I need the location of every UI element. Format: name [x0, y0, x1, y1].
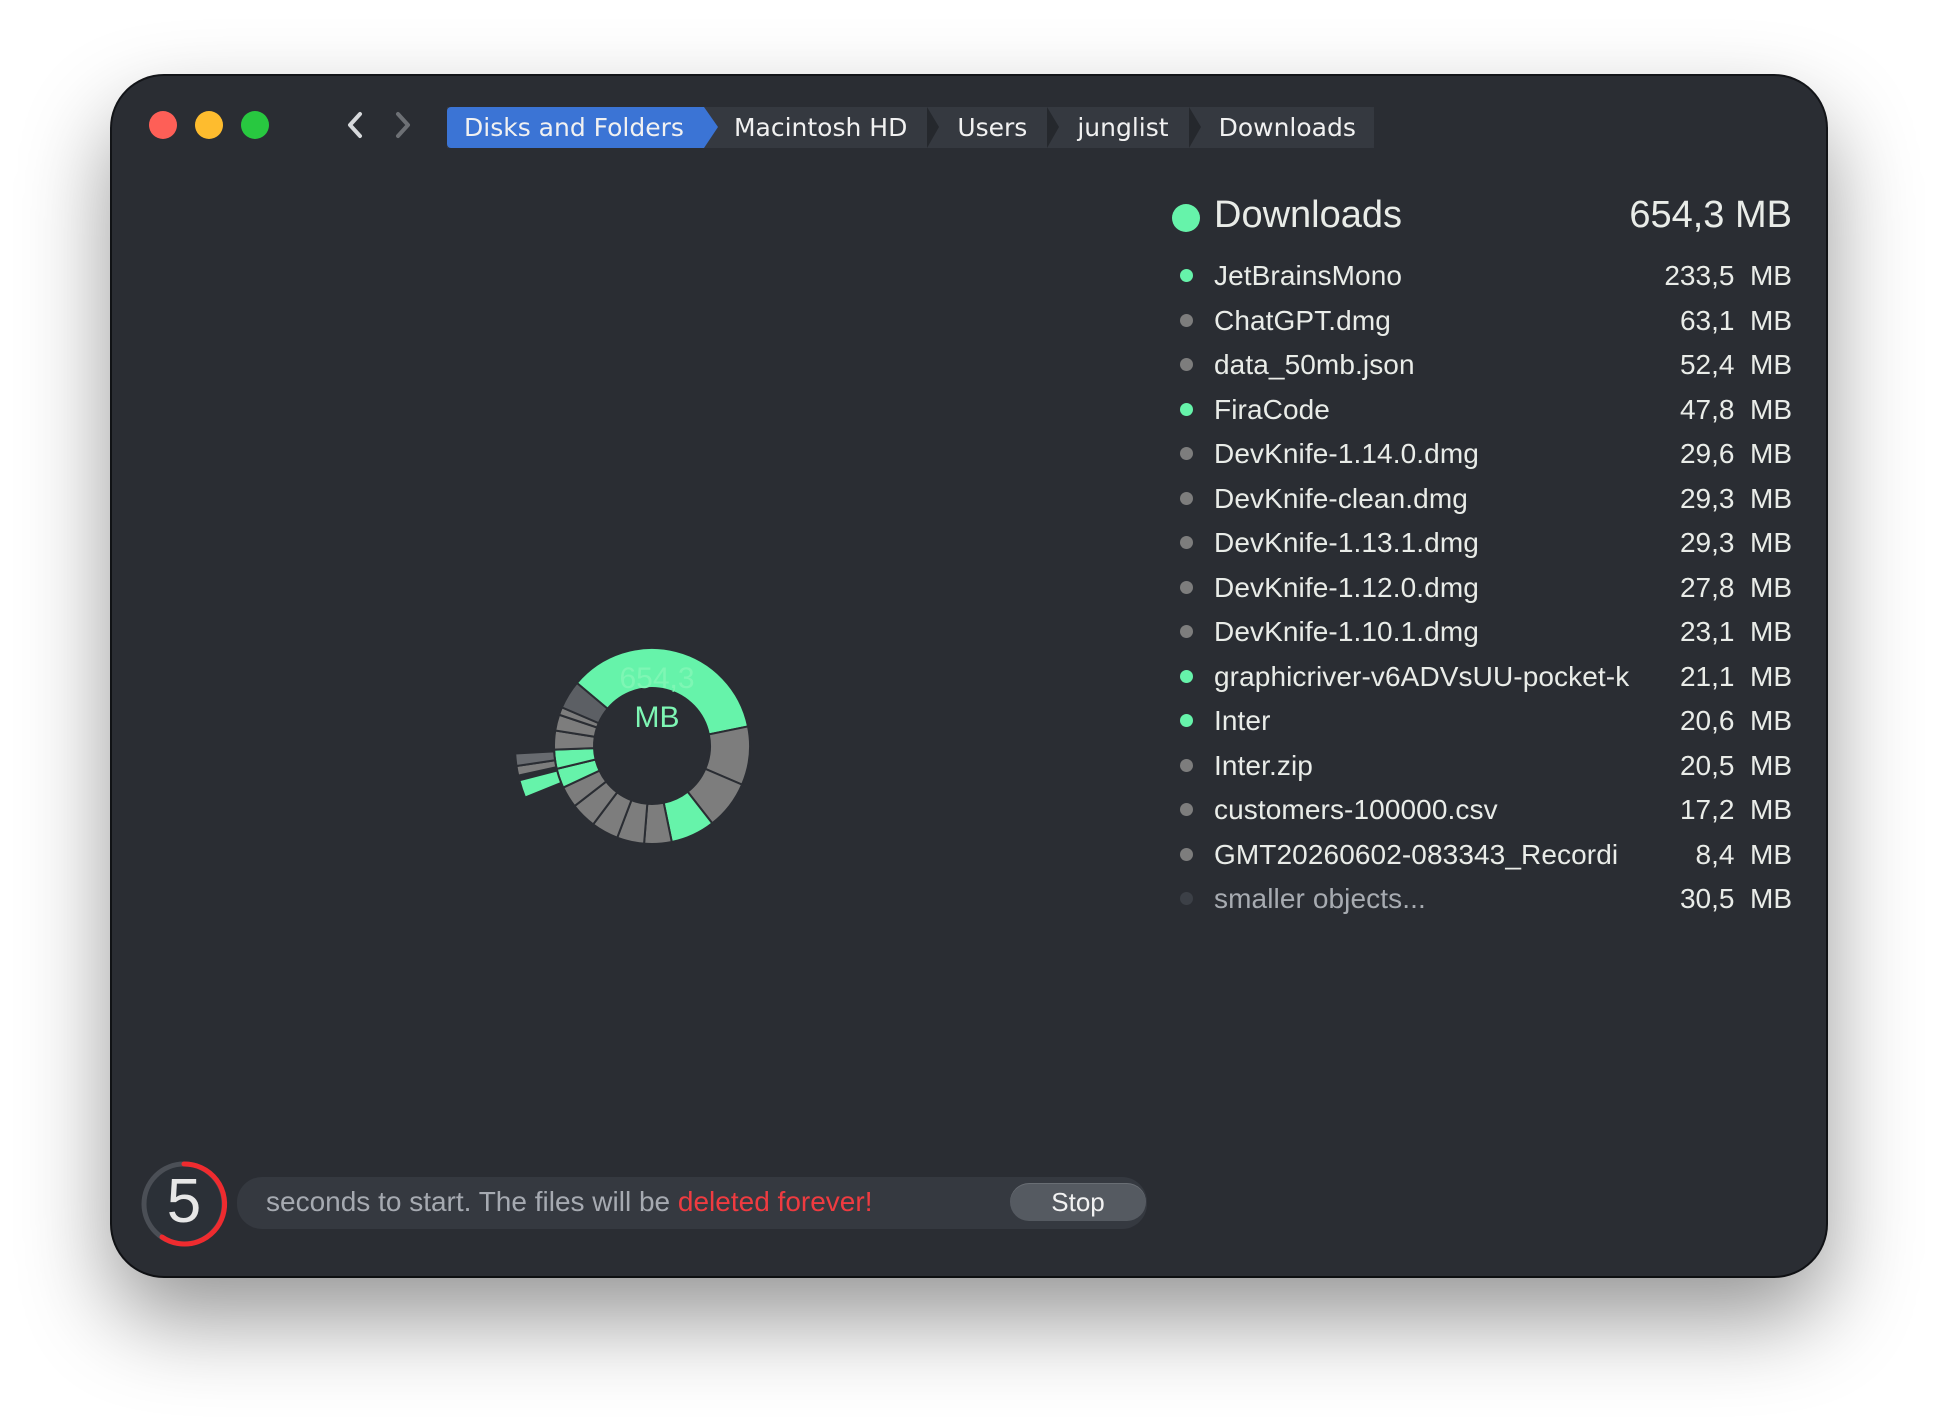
file-size: 233,5 MB — [1664, 260, 1792, 291]
selected-folder-summary[interactable]: Downloads 654,3 MB — [1172, 189, 1812, 245]
file-size: 27,8 MB — [1679, 571, 1792, 603]
file-size: 47,8 MB — [1679, 393, 1792, 425]
file-name: graphicriver-v6ADVsUU-pocket-k — [1214, 660, 1630, 692]
breadcrumb: Disks and Folders Macintosh HD Users jun… — [447, 107, 1374, 148]
file-dot-icon — [1180, 580, 1193, 594]
folder-contents-panel: Downloads 654,3 MB JetBrainsMono 233,5 M… — [1172, 189, 1812, 914]
center-size-label: 654,3 MB — [557, 659, 757, 737]
file-row[interactable]: DevKnife-1.12.0.dmg 27,8 MB — [1172, 567, 1812, 612]
file-row[interactable]: JetBrainsMono 233,5 MB — [1172, 255, 1812, 300]
file-row[interactable]: DevKnife-1.13.1.dmg 29,3 MB — [1172, 522, 1812, 567]
close-window-button[interactable] — [149, 111, 177, 139]
file-row[interactable]: data_50mb.json 52,4 MB — [1172, 344, 1812, 389]
file-name: DevKnife-1.14.0.dmg — [1214, 438, 1479, 469]
file-row[interactable]: ChatGPT.dmg 63,1 MB — [1172, 300, 1812, 345]
file-name: customers-100000.csv — [1214, 794, 1498, 825]
file-row[interactable]: graphicriver-v6ADVsUU-pocket-k 21,1 MB — [1172, 656, 1812, 701]
file-row[interactable]: Inter.zip 20,5 MB — [1172, 745, 1812, 790]
center-size-unit: MB — [634, 701, 680, 734]
file-row[interactable]: smaller objects... 30,5 MB — [1172, 878, 1812, 923]
deletion-warning: seconds to start. The files will be dele… — [266, 1186, 872, 1218]
stop-button[interactable]: Stop — [1010, 1183, 1146, 1221]
file-size: 17,2 MB — [1679, 794, 1792, 825]
file-row[interactable]: DevKnife-1.14.0.dmg 29,6 MB — [1172, 433, 1812, 478]
folder-dot-icon — [1180, 269, 1193, 282]
file-row[interactable]: Inter 20,6 MB — [1172, 700, 1812, 745]
file-name: DevKnife-1.10.1.dmg — [1214, 616, 1479, 647]
file-row[interactable]: GMT20260602-083343_Recordi 8,4 MB — [1172, 834, 1812, 879]
selected-folder-name: Downloads — [1214, 194, 1402, 236]
file-size: 30,5 MB — [1679, 883, 1792, 914]
app-window: Disks and Folders Macintosh HD Users jun… — [112, 76, 1826, 1276]
file-row[interactable]: DevKnife-clean.dmg 29,3 MB — [1172, 478, 1812, 523]
center-size-value: 654,3 — [619, 662, 695, 695]
file-size: 29,6 MB — [1679, 438, 1792, 469]
file-size: 20,6 MB — [1679, 705, 1792, 736]
file-name: smaller objects... — [1214, 883, 1426, 914]
file-list: JetBrainsMono 233,5 MB ChatGPT.dmg 63,1 … — [1172, 255, 1812, 923]
selected-folder-size: 654,3 MB — [1629, 194, 1792, 236]
file-size: 63,1 MB — [1679, 304, 1792, 336]
breadcrumb-junglist[interactable]: junglist — [1047, 107, 1201, 148]
file-name: Inter.zip — [1214, 749, 1313, 781]
file-dot-icon — [1180, 491, 1193, 505]
zoom-window-button[interactable] — [241, 111, 269, 139]
breadcrumb-downloads[interactable]: Downloads — [1188, 107, 1374, 148]
file-name: JetBrainsMono — [1214, 260, 1403, 291]
smaller-objects-dot-icon — [1180, 892, 1193, 905]
file-name: DevKnife-clean.dmg — [1214, 482, 1468, 514]
deletion-danger-text: deleted forever! — [677, 1186, 873, 1217]
file-dot-icon — [1180, 536, 1193, 549]
folder-dot-icon — [1180, 669, 1193, 683]
file-dot-icon — [1180, 447, 1193, 460]
back-icon[interactable] — [340, 106, 370, 144]
file-dot-icon — [1180, 313, 1193, 327]
file-name: Inter — [1214, 705, 1271, 736]
forward-icon[interactable] — [388, 106, 418, 144]
file-row[interactable]: FiraCode 47,8 MB — [1172, 389, 1812, 434]
file-name: DevKnife-1.12.0.dmg — [1214, 571, 1479, 603]
file-size: 23,1 MB — [1679, 616, 1792, 647]
file-row[interactable]: DevKnife-1.10.1.dmg 23,1 MB — [1172, 611, 1812, 656]
file-dot-icon — [1180, 847, 1193, 861]
file-dot-icon — [1180, 758, 1193, 772]
deletion-message: seconds to start. The files will be — [266, 1186, 678, 1217]
file-name: ChatGPT.dmg — [1214, 304, 1391, 336]
folder-dot-icon — [1180, 714, 1193, 727]
file-name: FiraCode — [1214, 393, 1330, 425]
folder-color-dot — [1172, 204, 1200, 232]
breadcrumb-disks-and-folders[interactable]: Disks and Folders — [447, 107, 718, 148]
file-dot-icon — [1180, 625, 1193, 638]
breadcrumb-macintosh-hd[interactable]: Macintosh HD — [703, 107, 940, 148]
minimize-window-button[interactable] — [195, 111, 223, 139]
file-size: 8,4 MB — [1695, 838, 1792, 870]
file-size: 21,1 MB — [1679, 660, 1792, 692]
file-size: 29,3 MB — [1679, 482, 1792, 514]
file-name: DevKnife-1.13.1.dmg — [1214, 527, 1479, 558]
file-dot-icon — [1180, 358, 1193, 371]
breadcrumb-users[interactable]: Users — [927, 107, 1060, 148]
folder-dot-icon — [1180, 402, 1193, 416]
file-dot-icon — [1180, 803, 1193, 816]
file-size: 52,4 MB — [1679, 349, 1792, 380]
file-size: 29,3 MB — [1679, 527, 1792, 558]
file-row[interactable]: customers-100000.csv 17,2 MB — [1172, 789, 1812, 834]
file-name: GMT20260602-083343_Recordi — [1214, 838, 1619, 870]
countdown-seconds: 5 — [166, 1167, 202, 1236]
file-size: 20,5 MB — [1679, 749, 1792, 781]
file-name: data_50mb.json — [1214, 349, 1415, 380]
disk-usage-sunburst[interactable] — [462, 556, 842, 936]
